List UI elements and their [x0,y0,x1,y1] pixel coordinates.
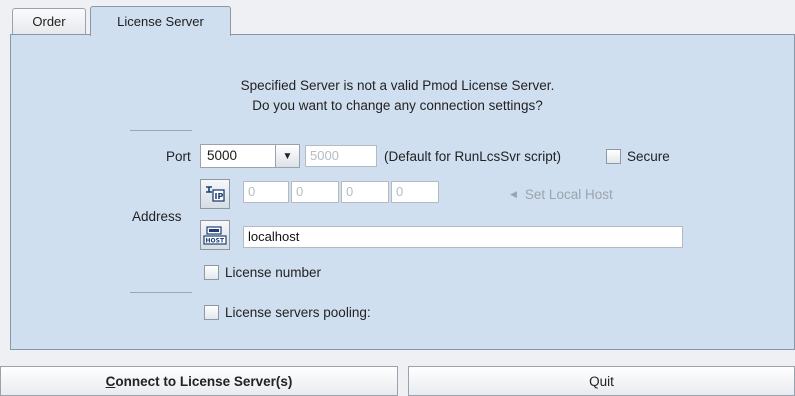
tab-license-server[interactable]: License Server [90,6,231,36]
port-combo-value: 5000 [207,148,238,163]
message-line-1: Specified Server is not a valid Pmod Lic… [240,78,555,93]
secure-checkbox[interactable]: Secure [606,149,670,164]
ip-address-button[interactable]: IP [200,179,230,209]
tab-order[interactable]: Order [12,8,86,34]
quit-button[interactable]: Quit [408,366,795,396]
connect-mnemonic: C [105,373,116,389]
license-pooling-checkbox-box[interactable] [204,305,219,320]
tab-bar: Order License Server [10,6,795,36]
host-name-button[interactable]: HOST [200,220,230,250]
connect-button[interactable]: Connect to License Server(s) [0,366,398,396]
ip-octet-2[interactable]: 0 [291,181,339,203]
svg-text:HOST: HOST [206,238,225,245]
ip-octet-3[interactable]: 0 [341,181,389,203]
chevron-down-icon[interactable]: ▼ [275,145,299,167]
set-local-host-label: Set Local Host [524,187,613,202]
port-default-note: (Default for RunLcsSvr script) [384,149,562,164]
host-name-icon: HOST [203,226,227,245]
host-field[interactable]: localhost [243,226,683,248]
port-combo[interactable]: 5000 ▼ [200,144,300,168]
svg-text:IP: IP [215,192,224,201]
port-field[interactable]: 5000 [305,145,377,167]
secure-checkbox-box[interactable] [606,149,621,164]
license-pooling-label: License servers pooling: [225,305,371,320]
address-label: Address [132,209,182,224]
connect-label: onnect to License Server(s) [115,373,293,389]
license-number-label: License number [225,265,322,280]
ip-octet-1[interactable]: 0 [243,181,289,203]
port-label: Port [166,149,191,164]
separator-bottom [130,292,192,293]
secure-label: Secure [627,149,670,164]
message-line-2: Do you want to change any connection set… [252,98,543,113]
license-number-checkbox[interactable]: License number [204,265,321,280]
triangle-left-icon: ◀ [510,189,517,199]
separator-top [130,130,192,131]
set-local-host-button[interactable]: ◀ Set Local Host [510,187,613,202]
license-number-checkbox-box[interactable] [204,265,219,280]
ip-octet-4[interactable]: 0 [391,181,439,203]
license-pooling-checkbox[interactable]: License servers pooling: [204,305,371,320]
ip-address-icon: IP [206,186,225,202]
